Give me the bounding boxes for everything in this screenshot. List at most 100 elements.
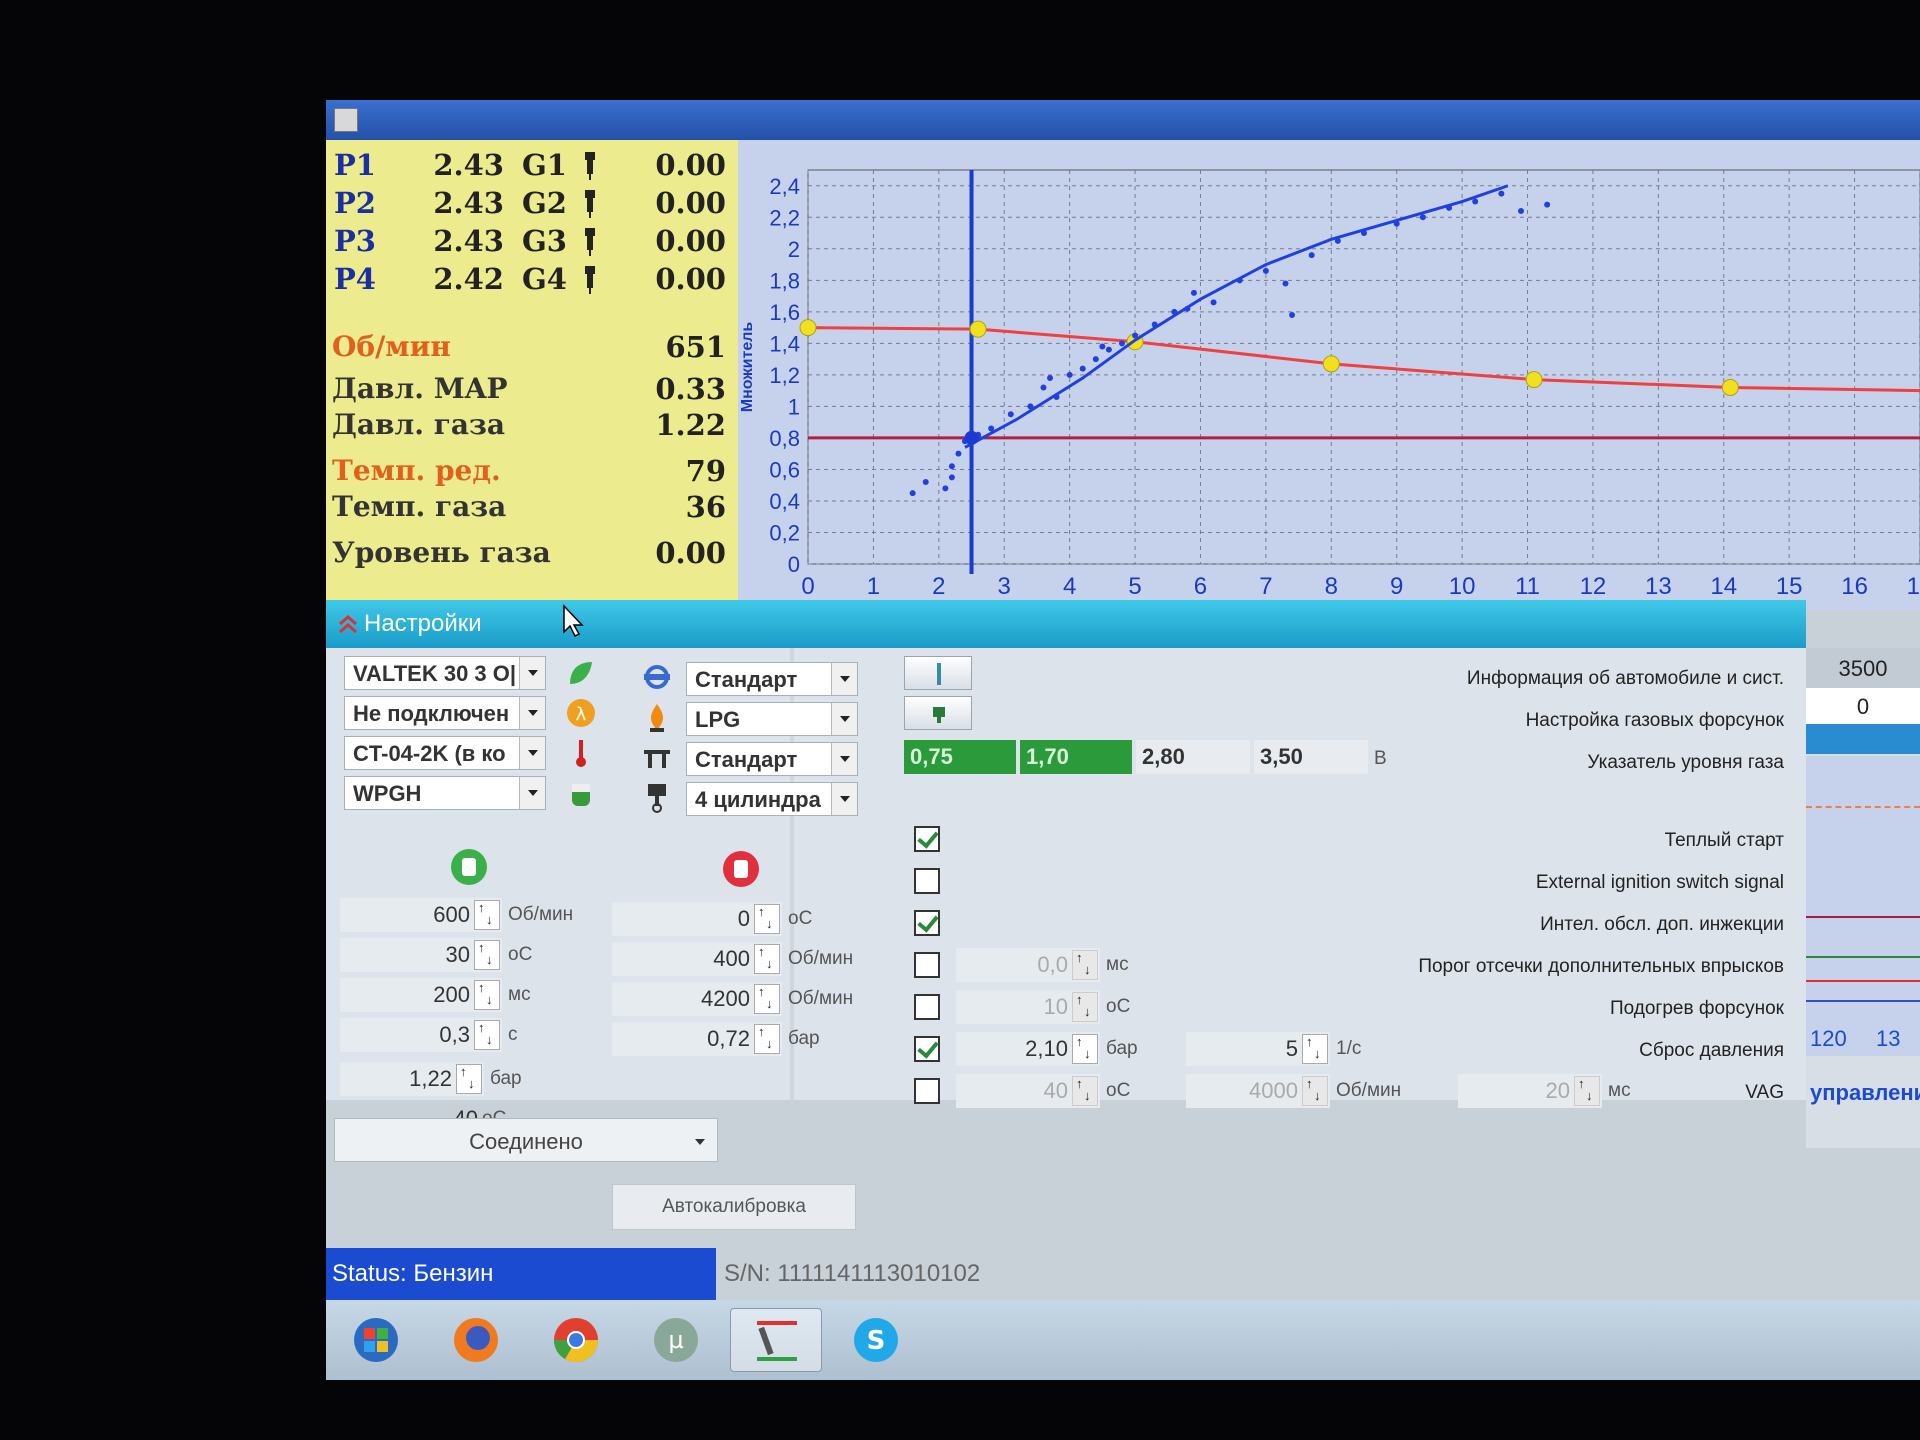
sensor-row-map: Давл. MAP 0.33	[326, 372, 738, 410]
cutoff-threshold-checkbox[interactable]	[914, 952, 940, 978]
petrol-rpm-max-field[interactable]: 4200	[612, 982, 782, 1016]
x-tick-label: 9	[1390, 573, 1403, 600]
vag-temp-field[interactable]: 40	[956, 1074, 1100, 1108]
level-threshold-4[interactable]: 3,50	[1254, 740, 1368, 774]
spin-arrows-icon[interactable]	[474, 940, 500, 970]
car-info-label: Информация об автомобиле и сист.	[1466, 668, 1784, 689]
spin-arrows-icon[interactable]	[754, 1024, 780, 1054]
mouse-cursor-icon	[563, 604, 584, 638]
taskbar-utorrent[interactable]: µ	[630, 1308, 722, 1372]
warm-start-checkbox[interactable]	[914, 826, 940, 852]
vag-time-field[interactable]: 20	[1458, 1074, 1602, 1108]
chevron-down-icon[interactable]	[831, 663, 857, 695]
windows-start-icon[interactable]	[352, 1316, 400, 1364]
chevron-down-icon[interactable]	[831, 783, 857, 815]
unit-label: мс	[1608, 1080, 1631, 1101]
injector-row-1: P1 2.43 G1 0.00	[326, 148, 738, 186]
unit-label: oC	[508, 944, 533, 965]
spin-arrows-icon[interactable]	[1072, 1034, 1098, 1064]
gas-app-icon[interactable]	[753, 1317, 801, 1365]
petrol-temp-field[interactable]: 0	[612, 902, 782, 936]
spin-value: 4200	[701, 986, 750, 1011]
spin-arrows-icon[interactable]	[754, 944, 780, 974]
injector-setup-button[interactable]	[904, 696, 972, 730]
cutoff-threshold-field[interactable]: 0,0	[956, 948, 1100, 982]
spin-arrows-icon[interactable]	[456, 1064, 482, 1094]
gas-pressure-field[interactable]: 1,22	[340, 1062, 484, 1096]
reducer-select[interactable]: VALTEK 30 3 O|	[344, 656, 546, 690]
scatter-point	[1040, 384, 1047, 391]
spin-arrows-icon[interactable]	[1302, 1034, 1328, 1064]
taskbar-skype[interactable]: S	[830, 1308, 922, 1372]
spin-arrows-icon[interactable]	[1302, 1076, 1328, 1106]
injection-mode-select[interactable]: Стандарт	[686, 662, 858, 696]
petrol-pressure-field[interactable]: 0,72	[612, 1022, 782, 1056]
chrome-icon[interactable]	[552, 1316, 600, 1364]
control-point	[969, 320, 987, 338]
taskbar-firefox[interactable]	[430, 1308, 522, 1372]
pressure-reset-rate-field[interactable]: 5	[1186, 1032, 1330, 1066]
level-threshold-1[interactable]: 0,75	[904, 740, 1016, 774]
chevron-down-icon[interactable]	[519, 697, 545, 729]
injector-heating-checkbox[interactable]	[914, 994, 940, 1020]
spin-arrows-icon[interactable]	[754, 984, 780, 1014]
settings-header[interactable]: Настройки	[326, 600, 1806, 648]
level-threshold-2[interactable]: 1,70	[1020, 740, 1132, 774]
switch-rpm-field[interactable]: 600	[340, 898, 502, 932]
cylinders-select[interactable]: 4 цилиндра	[686, 782, 858, 816]
collapse-chevron-icon[interactable]	[334, 610, 362, 638]
switch-to-petrol-icon[interactable]	[722, 850, 760, 888]
taskbar-start[interactable]	[330, 1308, 422, 1372]
extra-injection-checkbox[interactable]	[914, 910, 940, 936]
pressure-reset-checkbox[interactable]	[914, 1036, 940, 1062]
skype-icon[interactable]: S	[852, 1316, 900, 1364]
level-threshold-3[interactable]: 2,80	[1136, 740, 1250, 774]
lambda-select[interactable]: Не подключен	[344, 696, 546, 730]
spin-arrows-icon[interactable]	[1574, 1076, 1600, 1106]
chevron-down-icon[interactable]	[519, 657, 545, 689]
chevron-down-icon[interactable]	[519, 737, 545, 769]
spin-arrows-icon[interactable]	[474, 1020, 500, 1050]
x-tick-label: 11	[1515, 573, 1540, 600]
right-side-panel: 3500 0 120 13 управления	[1806, 648, 1920, 1148]
switch-to-gas-icon[interactable]	[450, 848, 488, 886]
vag-rpm-field[interactable]: 4000	[1186, 1074, 1330, 1108]
utorrent-icon[interactable]: µ	[652, 1316, 700, 1364]
lambda-select-value: Не подключен	[353, 701, 510, 726]
scatter-point	[909, 490, 916, 497]
y-axis-label: Множитель	[739, 322, 756, 413]
switch-time-field[interactable]: 0,3	[340, 1018, 502, 1052]
spin-arrows-icon[interactable]	[1072, 950, 1098, 980]
temp-sensor-select[interactable]: CT-04-2K (в ко	[344, 736, 546, 770]
spin-value: 1,22	[409, 1066, 452, 1091]
pressure-reset-field[interactable]: 2,10	[956, 1032, 1100, 1066]
switch-delay-field[interactable]: 200	[340, 978, 502, 1012]
wrench-icon	[937, 663, 941, 685]
firefox-icon[interactable]	[452, 1316, 500, 1364]
spin-arrows-icon[interactable]	[474, 900, 500, 930]
car-info-button[interactable]	[904, 656, 972, 690]
fuel-type-select[interactable]: LPG	[686, 702, 858, 736]
gas-injector-value: 0.00	[655, 186, 726, 220]
switch-temp-field[interactable]: 30	[340, 938, 502, 972]
taskbar-gas-app[interactable]	[730, 1308, 822, 1372]
petrol-rpm-min-field[interactable]: 400	[612, 942, 782, 976]
autocalibration-button[interactable]: Автокалибровка	[612, 1184, 856, 1230]
chevron-down-icon[interactable]	[695, 1139, 705, 1145]
spin-arrows-icon[interactable]	[1072, 992, 1098, 1022]
taskbar-chrome[interactable]	[530, 1308, 622, 1372]
spin-arrows-icon[interactable]	[1072, 1076, 1098, 1106]
spin-arrows-icon[interactable]	[474, 980, 500, 1010]
connection-select[interactable]: Соединено	[334, 1118, 718, 1162]
chevron-down-icon[interactable]	[831, 703, 857, 735]
vag-checkbox[interactable]	[914, 1078, 940, 1104]
spin-arrows-icon[interactable]	[754, 904, 780, 934]
chevron-down-icon[interactable]	[831, 743, 857, 775]
control-point	[1525, 371, 1543, 389]
level-sensor-select[interactable]: WPGH	[344, 776, 546, 810]
injector-heating-field[interactable]: 10	[956, 990, 1100, 1024]
external-ignition-checkbox[interactable]	[914, 868, 940, 894]
chevron-down-icon[interactable]	[519, 777, 545, 809]
injection-mode-value: Стандарт	[695, 667, 798, 692]
injector-type-select[interactable]: Стандарт	[686, 742, 858, 776]
